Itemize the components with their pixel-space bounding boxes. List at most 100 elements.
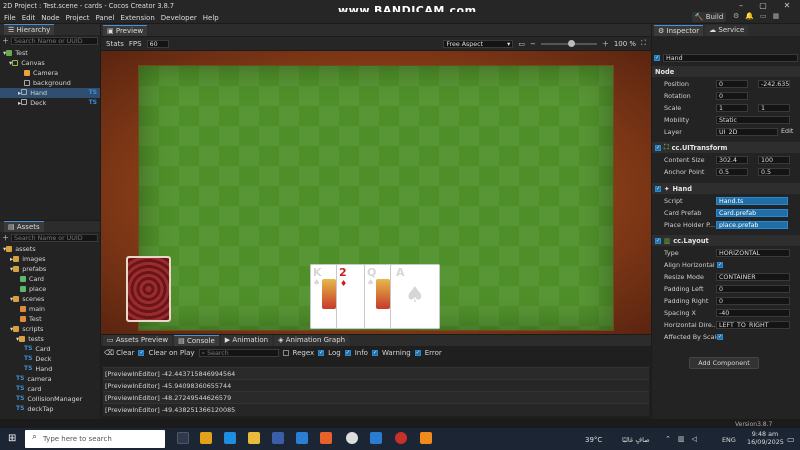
tab-inspector[interactable]: ⚙ Inspector [654,24,704,36]
task-view-icon[interactable] [177,432,189,444]
spacing-x-input[interactable]: -40 [716,309,790,317]
tab-service[interactable]: ☁ Service [705,24,749,36]
menu-edit[interactable]: Edit [22,14,36,22]
screenshot-icon[interactable]: ▭ [518,40,525,48]
asset-script[interactable]: TS deckTap [0,404,100,414]
settings-icon[interactable]: ⚙ [733,12,739,22]
asset-folder-images[interactable]: ▸ images [0,254,100,264]
clear-button[interactable]: ⌫ Clear [104,349,134,357]
layer-edit-button[interactable]: Edit [781,127,793,135]
tree-item-camera[interactable]: Camera [0,68,100,78]
tab-console[interactable]: ▤ Console [174,335,219,346]
maximize-button[interactable]: ▢ [752,0,774,12]
asset-script[interactable]: TS card [0,384,100,394]
build-button[interactable]: 🔨 Build [692,12,726,22]
anchor-y-input[interactable]: 0.5 [758,168,790,176]
clock[interactable]: 9:48 am 16/09/2025 [747,430,784,446]
tab-hierarchy[interactable]: ☰ Hierarchy [4,24,55,35]
asset-script[interactable]: TS Hand [0,364,100,374]
menu-developer[interactable]: Developer [161,14,197,22]
asset-folder-tests[interactable]: ▾ tests [0,334,100,344]
menu-project[interactable]: Project [66,14,90,22]
asset-script[interactable]: TS Deck [0,354,100,364]
language-indicator[interactable]: ENG [722,436,736,444]
menu-file[interactable]: File [4,14,16,22]
console-line[interactable]: [PreviewInEditor] -45.94098360655744 [103,380,649,392]
tab-assets[interactable]: ▤ Assets [4,221,44,232]
asset-script[interactable]: TS Card [0,344,100,354]
tree-item-canvas[interactable]: ▾ Canvas [0,58,100,68]
bell-icon[interactable]: 🔔 [745,12,754,22]
card-prefab-field[interactable]: Card.prefab [716,209,788,217]
error-checkbox[interactable]: ✓ [414,349,421,356]
clear-on-play-checkbox[interactable]: ✓ [138,349,145,356]
anchor-x-input[interactable]: 0.5 [716,168,748,176]
chrome-icon[interactable] [200,432,212,444]
asset-scene-test[interactable]: Test [0,314,100,324]
add-asset-icon[interactable]: ＋ [2,233,9,243]
asset-folder-prefabs[interactable]: ▾ prefabs [0,264,100,274]
game-viewport[interactable]: K ♠ 2 ♦ Q ♠ A ♠ [101,51,651,334]
height-input[interactable]: 100 [758,156,790,164]
menu-node[interactable]: Node [41,14,59,22]
card-ace-spades[interactable]: A ♠ [390,264,440,329]
asset-script[interactable]: TS CollisionManager [0,394,100,404]
zoom-slider-handle[interactable] [568,39,576,47]
type-select[interactable]: HORIZONTAL [716,249,790,257]
component-enabled-checkbox[interactable]: ✓ [655,144,661,151]
tab-animation[interactable]: ▶ Animation [220,335,273,346]
component-enabled-checkbox[interactable]: ✓ [655,185,661,192]
tab-assets-preview[interactable]: ▭ Assets Preview [103,335,173,346]
preview-settings-icon[interactable]: ⛶ [641,39,646,48]
notification-icon[interactable]: ▭ [787,435,795,444]
chevron-up-icon[interactable]: ⌃ [665,435,671,443]
asset-prefab-place[interactable]: place [0,284,100,294]
tab-animation-graph[interactable]: ◈ Animation Graph [274,335,350,346]
layout-section-header[interactable]: ✓ ▥ cc.Layout [652,235,800,246]
minimize-button[interactable]: – [730,0,752,12]
asset-prefab-card[interactable]: Card [0,274,100,284]
mail-icon[interactable] [296,432,308,444]
firefox-icon[interactable] [320,432,332,444]
uitransform-section-header[interactable]: ✓ ⛶ cc.UITransform [652,142,800,153]
log-checkbox[interactable]: ✓ [318,349,325,356]
zoom-slider[interactable] [540,39,597,47]
grid-icon[interactable]: ▦ [773,12,780,22]
network-icon[interactable]: ▥ [678,435,685,443]
asset-scene-main[interactable]: main [0,304,100,314]
warning-checkbox[interactable]: ✓ [371,349,378,356]
regex-checkbox[interactable] [282,349,289,356]
rotation-input[interactable]: 0 [716,92,748,100]
volume-icon[interactable]: ◁ [692,435,697,443]
zoom-out-icon[interactable]: − [530,40,536,48]
file-explorer-icon[interactable] [248,432,260,444]
store-icon[interactable] [272,432,284,444]
tree-item-background[interactable]: background [0,78,100,88]
hierarchy-search-input[interactable]: Search Name or UUID [11,37,98,45]
vlc-icon[interactable] [420,432,432,444]
stats-label[interactable]: Stats [106,40,124,48]
taskbar-search-input[interactable]: Type here to search [25,430,165,448]
fps-input[interactable]: 60 [146,39,169,48]
bandicam-icon[interactable] [395,432,407,444]
hand-container[interactable]: K ♠ 2 ♦ Q ♠ A ♠ [310,264,440,329]
close-button[interactable]: ✕ [776,0,798,12]
asset-folder-scripts[interactable]: ▾ scripts [0,324,100,334]
mobility-select[interactable]: Static [716,116,790,124]
deck-card-back[interactable] [126,256,171,322]
resize-mode-select[interactable]: CONTAINER [716,273,790,281]
tree-item-hand[interactable]: ▸ Hand TS [0,88,100,98]
zoom-in-icon[interactable]: ＋ [602,39,609,49]
console-search-input[interactable]: ⌕ Search [198,348,279,357]
screen-icon[interactable]: ▭ [760,12,767,22]
add-component-button[interactable]: Add Component [689,357,759,369]
position-y-input[interactable]: -242.635 [758,80,790,88]
scale-x-input[interactable]: 1 [716,104,748,112]
assets-search-input[interactable]: Search Name or UUID [11,234,98,242]
width-input[interactable]: 302.4 [716,156,748,164]
add-node-icon[interactable]: ＋ [2,36,9,46]
menu-help[interactable]: Help [203,14,219,22]
asset-folder-scenes[interactable]: ▾ scenes [0,294,100,304]
component-enabled-checkbox[interactable]: ✓ [655,237,661,244]
layer-select[interactable]: UI_2D [716,128,778,136]
